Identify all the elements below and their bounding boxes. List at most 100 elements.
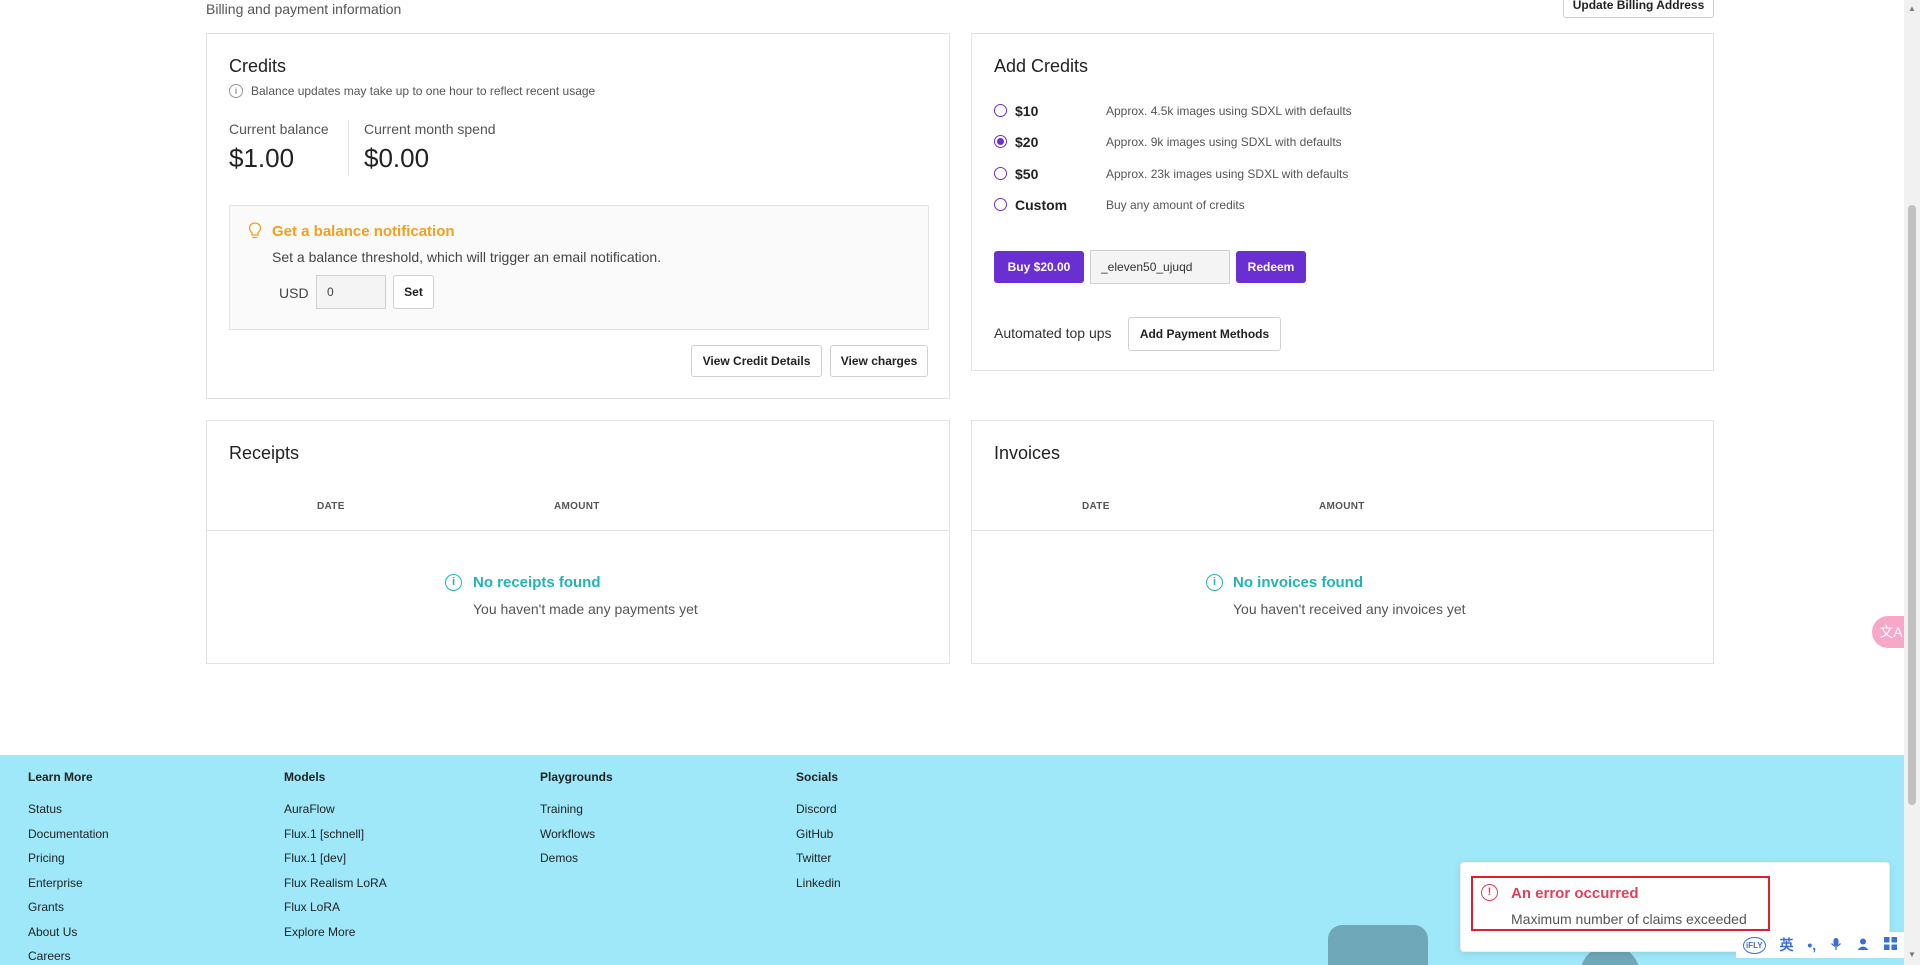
credit-option-description: Buy any amount of credits	[1106, 198, 1245, 212]
add-credits-card: Add Credits $10 Approx. 4.5k images usin…	[971, 33, 1714, 371]
credits-title: Credits	[229, 56, 287, 76]
footer-link-twitter[interactable]: Twitter	[796, 851, 841, 876]
translate-icon[interactable]: 文A	[1872, 616, 1904, 648]
footer-link-careers[interactable]: Careers	[28, 949, 109, 965]
footer-link-grants[interactable]: Grants	[28, 900, 109, 925]
redeem-button[interactable]: Redeem	[1236, 251, 1306, 283]
footer-heading: Playgrounds	[540, 770, 613, 784]
page-subtitle: Billing and payment information	[206, 1, 402, 17]
apps-grid-icon[interactable]	[1883, 937, 1897, 953]
info-icon: i	[445, 574, 462, 591]
radio-10[interactable]	[994, 104, 1007, 117]
scroll-up-icon[interactable]: ▲	[1908, 4, 1916, 13]
receipts-title: Receipts	[229, 443, 300, 463]
radio-20[interactable]	[994, 135, 1007, 148]
error-description: Maximum number of claims exceeded	[1511, 911, 1747, 927]
credits-card: Credits i Balance updates may take up to…	[206, 33, 950, 399]
credit-option-custom[interactable]: Custom Buy any amount of credits	[994, 197, 1245, 213]
footer-link-training[interactable]: Training	[540, 802, 613, 827]
footer-heading: Learn More	[28, 770, 93, 784]
invoices-empty-title: No invoices found	[1233, 574, 1364, 591]
invoices-title: Invoices	[994, 443, 1061, 463]
credit-option-description: Approx. 23k images using SDXL with defau…	[1106, 167, 1349, 181]
credit-option-50[interactable]: $50 Approx. 23k images using SDXL with d…	[994, 166, 1348, 182]
footer-link-enterprise[interactable]: Enterprise	[28, 876, 109, 901]
footer-link-pricing[interactable]: Pricing	[28, 851, 109, 876]
balance-info: i Balance updates may take up to one hou…	[229, 84, 595, 98]
credit-option-description: Approx. 4.5k images using SDXL with defa…	[1106, 104, 1352, 118]
receipts-empty-title: No receipts found	[473, 574, 601, 591]
footer-column-learn-more: Learn More Status Documentation Pricing …	[28, 770, 109, 965]
receipts-header-divider	[207, 530, 949, 531]
current-balance-value: $1.00	[229, 143, 295, 173]
footer-link-linkedin[interactable]: Linkedin	[796, 876, 841, 901]
credit-option-10[interactable]: $10 Approx. 4.5k images using SDXL with …	[994, 103, 1352, 119]
update-billing-address-button[interactable]: Update Billing Address	[1563, 0, 1714, 18]
promo-code-input[interactable]	[1090, 250, 1230, 284]
credit-option-20[interactable]: $20 Approx. 9k images using SDXL with de…	[994, 134, 1342, 150]
billing-page: Billing and payment information Update B…	[0, 0, 1904, 965]
error-title: An error occurred	[1511, 885, 1639, 902]
ifly-logo-icon[interactable]: iFLY	[1742, 936, 1766, 954]
notification-title: Get a balance notification	[272, 223, 455, 240]
credit-option-description: Approx. 9k images using SDXL with defaul…	[1106, 135, 1342, 149]
footer-link-flux-dev[interactable]: Flux.1 [dev]	[284, 851, 387, 876]
buy-credits-button[interactable]: Buy $20.00	[994, 251, 1084, 283]
footer-link-flux-schnell[interactable]: Flux.1 [schnell]	[284, 827, 387, 852]
microphone-icon[interactable]	[1830, 937, 1842, 954]
footer-link-workflows[interactable]: Workflows	[540, 827, 613, 852]
footer-link-flux-lora[interactable]: Flux LoRA	[284, 900, 387, 925]
page-scrollbar[interactable]: ▲ ▼	[1904, 0, 1920, 965]
footer-link-github[interactable]: GitHub	[796, 827, 841, 852]
receipts-amount-header: AMOUNT	[554, 501, 600, 512]
radio-custom[interactable]	[994, 198, 1007, 211]
view-credit-details-button[interactable]: View Credit Details	[691, 345, 822, 377]
threshold-input[interactable]	[316, 275, 386, 309]
scrollbar-thumb[interactable]	[1908, 205, 1916, 805]
current-balance: Current balance $1.00	[229, 121, 329, 174]
credit-option-amount: $10	[1015, 103, 1039, 119]
automated-top-ups-label: Automated top ups	[994, 325, 1112, 341]
footer-link-documentation[interactable]: Documentation	[28, 827, 109, 852]
footer-column-playgrounds: Playgrounds Training Workflows Demos	[540, 770, 613, 876]
error-message-box: ! An error occurred Maximum number of cl…	[1471, 876, 1770, 931]
user-icon[interactable]	[1856, 937, 1870, 954]
footer-link-auraflow[interactable]: AuraFlow	[284, 802, 387, 827]
error-icon: !	[1481, 884, 1498, 901]
add-payment-methods-button[interactable]: Add Payment Methods	[1128, 317, 1281, 351]
set-threshold-button[interactable]: Set	[393, 275, 434, 309]
invoices-date-header: DATE	[1082, 501, 1110, 512]
currency-label: USD	[279, 285, 309, 301]
radio-50[interactable]	[994, 167, 1007, 180]
credit-option-amount: $50	[1015, 166, 1039, 182]
footer-link-about-us[interactable]: About Us	[28, 925, 109, 950]
lightbulb-icon	[248, 222, 262, 239]
footer-heading: Socials	[796, 770, 839, 784]
footer-link-demos[interactable]: Demos	[540, 851, 613, 876]
footer-link-status[interactable]: Status	[28, 802, 109, 827]
receipts-date-header: DATE	[317, 501, 345, 512]
scroll-down-icon[interactable]: ▼	[1908, 950, 1916, 959]
balance-notification-panel: Get a balance notification Set a balance…	[229, 205, 929, 330]
language-toggle-icon[interactable]: 英	[1779, 935, 1793, 955]
footer-link-explore-more[interactable]: Explore More	[284, 925, 387, 950]
footer-decoration	[1328, 925, 1428, 965]
credit-option-amount: $20	[1015, 134, 1039, 150]
info-icon: i	[1206, 574, 1223, 591]
invoices-card: Invoices DATE AMOUNT i No invoices found…	[971, 420, 1714, 664]
balance-info-text: Balance updates may take up to one hour …	[251, 84, 596, 98]
add-credits-title: Add Credits	[994, 56, 1089, 76]
balance-divider	[348, 120, 349, 176]
footer-column-models: Models AuraFlow Flux.1 [schnell] Flux.1 …	[284, 770, 387, 949]
view-charges-button[interactable]: View charges	[830, 345, 928, 377]
month-spend: Current month spend $0.00	[364, 121, 496, 174]
footer-column-socials: Socials Discord GitHub Twitter Linkedin	[796, 770, 841, 900]
notification-description: Set a balance threshold, which will trig…	[272, 249, 662, 265]
invoices-empty-description: You haven't received any invoices yet	[1233, 601, 1466, 617]
footer-link-flux-realism-lora[interactable]: Flux Realism LoRA	[284, 876, 387, 901]
footer-link-discord[interactable]: Discord	[796, 802, 841, 827]
invoices-amount-header: AMOUNT	[1319, 501, 1365, 512]
invoices-header-divider	[972, 530, 1713, 531]
credit-option-amount: Custom	[1015, 197, 1068, 213]
punctuation-icon[interactable]: •,	[1807, 937, 1816, 953]
